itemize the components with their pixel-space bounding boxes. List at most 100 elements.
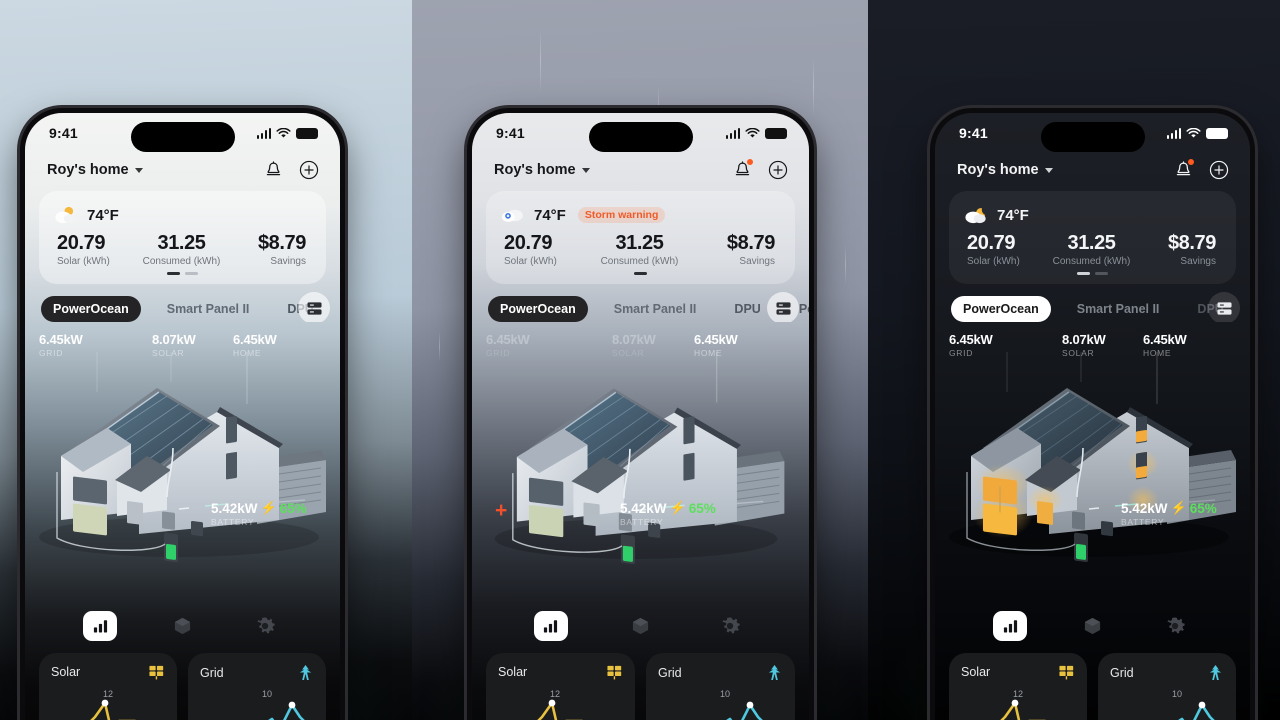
house-illustration	[494, 352, 785, 564]
card-title: Solar	[961, 665, 991, 679]
nav-dashboard[interactable]	[993, 611, 1028, 641]
metric-value: $8.79	[726, 232, 775, 254]
nav-devices[interactable]	[623, 611, 657, 641]
card-solar[interactable]: Solar 12	[486, 653, 635, 720]
card-solar[interactable]: Solar 12	[949, 653, 1087, 720]
battery-label: BATTERY	[1121, 517, 1165, 527]
metric-label: Savings	[739, 256, 775, 267]
summary-card[interactable]: 74°F Storm warning 20.79 Solar (kWh) 31.…	[486, 191, 795, 284]
battery-power: 5.42kW	[1121, 500, 1168, 516]
summary-cards: Solar 12 Grid 10	[25, 653, 340, 720]
card-grid[interactable]: Grid 10	[646, 653, 795, 720]
dynamic-island	[130, 122, 235, 152]
house-illustration	[949, 352, 1236, 562]
battery-percent: 65%	[279, 500, 307, 516]
bell-icon[interactable]	[731, 159, 753, 181]
card-pager[interactable]	[963, 272, 1222, 275]
phone-sunny: 9:41 Roy's home 74°F 20.79 Solar (kWh) 3…	[20, 108, 345, 720]
dynamic-island	[588, 122, 693, 152]
nav-dashboard[interactable]	[83, 611, 118, 641]
nav-devices[interactable]	[165, 611, 199, 641]
nav-dashboard[interactable]	[533, 611, 568, 641]
device-tabs: PowerOcean Smart Panel II DPU Po	[25, 284, 340, 322]
energy-flow-diagram[interactable]: 6.45kW GRID 8.07kW SOLAR 6.45kW HOME	[472, 328, 809, 578]
status-time: 9:41	[959, 125, 988, 141]
bottom-navigation	[25, 611, 340, 641]
app-header: Roy's home	[472, 153, 809, 181]
metric-value: 20.79	[504, 232, 553, 254]
home-selector[interactable]: Roy's home	[47, 162, 143, 178]
tab-powerocean[interactable]: PowerOcean	[41, 296, 141, 322]
bell-icon[interactable]	[262, 159, 284, 181]
moon-behind-cloud-icon	[965, 208, 986, 224]
cellular-signal-icon	[1166, 127, 1181, 139]
card-grid[interactable]: Grid 10	[188, 653, 326, 720]
temperature: 74°F	[87, 206, 119, 224]
gear-icon	[257, 617, 275, 634]
status-bar: 9:41	[472, 113, 809, 153]
device-list-button[interactable]	[1208, 292, 1240, 322]
metric-savings: $8.79 Savings	[223, 232, 312, 267]
chevron-down-icon	[581, 167, 590, 173]
nav-settings[interactable]	[248, 611, 282, 641]
metric-consumed: 31.25 Consumed (kWh)	[1050, 232, 1133, 267]
screen-storm: 9:41 Roy's home 74°F Storm warning 20.79…	[472, 113, 809, 720]
storm-plus-marker: +	[495, 499, 508, 522]
battery-power: 5.42kW	[211, 500, 258, 516]
cube-icon	[1084, 617, 1101, 635]
notification-badge	[1188, 159, 1194, 165]
power-pylon-icon	[1209, 664, 1222, 681]
metric-value: 31.25	[615, 232, 664, 254]
temperature: 74°F	[534, 206, 566, 224]
energy-flow-diagram[interactable]: 6.45kW GRID 8.07kW SOLAR 6.45kW HOME	[935, 328, 1250, 578]
status-bar: 9:41	[25, 113, 340, 153]
nav-settings[interactable]	[713, 611, 747, 641]
card-pager[interactable]	[53, 272, 312, 275]
plus-circle-icon[interactable]	[298, 159, 320, 181]
bottom-navigation	[472, 611, 809, 641]
tab-smart-panel-ii[interactable]: Smart Panel II	[155, 296, 262, 322]
lightning-bolt-icon: ⚡	[669, 500, 686, 515]
home-selector[interactable]: Roy's home	[957, 162, 1053, 178]
plus-circle-icon[interactable]	[1208, 159, 1230, 181]
battery-percent: 65%	[1189, 500, 1217, 516]
notification-badge	[747, 159, 753, 165]
home-name: Roy's home	[47, 162, 129, 178]
tab-powerocean[interactable]: PowerOcean	[951, 296, 1051, 322]
metric-value: 31.25	[1067, 232, 1116, 254]
tab-dpu[interactable]: DPU	[722, 296, 772, 322]
card-pager[interactable]	[500, 272, 781, 275]
grid-sparkline	[1178, 701, 1215, 720]
storm-warning-badge[interactable]: Storm warning	[577, 207, 666, 223]
metric-value: 31.25	[157, 232, 206, 254]
card-solar[interactable]: Solar 12	[39, 653, 177, 720]
tab-smart-panel-ii[interactable]: Smart Panel II	[1065, 296, 1172, 322]
device-list-button[interactable]	[767, 292, 799, 322]
status-time: 9:41	[496, 125, 525, 141]
phone-storm: 9:41 Roy's home 74°F Storm warning 20.79…	[467, 108, 814, 720]
energy-flow-diagram[interactable]: 6.45kW GRID 8.07kW SOLAR 6.45kW HOME	[25, 328, 340, 578]
nav-settings[interactable]	[1158, 611, 1192, 641]
flow-battery: 5.42kW ⚡ 65% BATTERY	[211, 500, 307, 527]
wifi-icon	[745, 127, 760, 138]
tab-powerocean[interactable]: PowerOcean	[488, 296, 588, 322]
bell-icon[interactable]	[1172, 159, 1194, 181]
solar-panel-icon	[149, 665, 164, 680]
home-selector[interactable]: Roy's home	[494, 162, 590, 178]
cellular-signal-icon	[725, 127, 740, 139]
summary-card[interactable]: 74°F 20.79 Solar (kWh) 31.25 Consumed (k…	[949, 191, 1236, 284]
device-list-button[interactable]	[298, 292, 330, 322]
three-phone-showcase: 9:41 Roy's home 74°F 20.79 Solar (kWh) 3…	[0, 0, 1280, 720]
battery-percent: 65%	[688, 500, 716, 516]
phone-night: 9:41 Roy's home 74°F 20.79 Solar (kWh) 3…	[930, 108, 1255, 720]
plus-circle-icon[interactable]	[767, 159, 789, 181]
card-title: Solar	[51, 665, 81, 679]
summary-metrics: 20.79 Solar (kWh) 31.25 Consumed (kWh) $…	[500, 232, 781, 267]
tab-smart-panel-ii[interactable]: Smart Panel II	[602, 296, 709, 322]
card-grid[interactable]: Grid 10	[1098, 653, 1236, 720]
summary-card[interactable]: 74°F 20.79 Solar (kWh) 31.25 Consumed (k…	[39, 191, 326, 284]
bar-chart-icon	[93, 620, 107, 633]
metric-value: $8.79	[1167, 232, 1216, 254]
nav-devices[interactable]	[1075, 611, 1109, 641]
metric-savings: $8.79 Savings	[685, 232, 781, 267]
